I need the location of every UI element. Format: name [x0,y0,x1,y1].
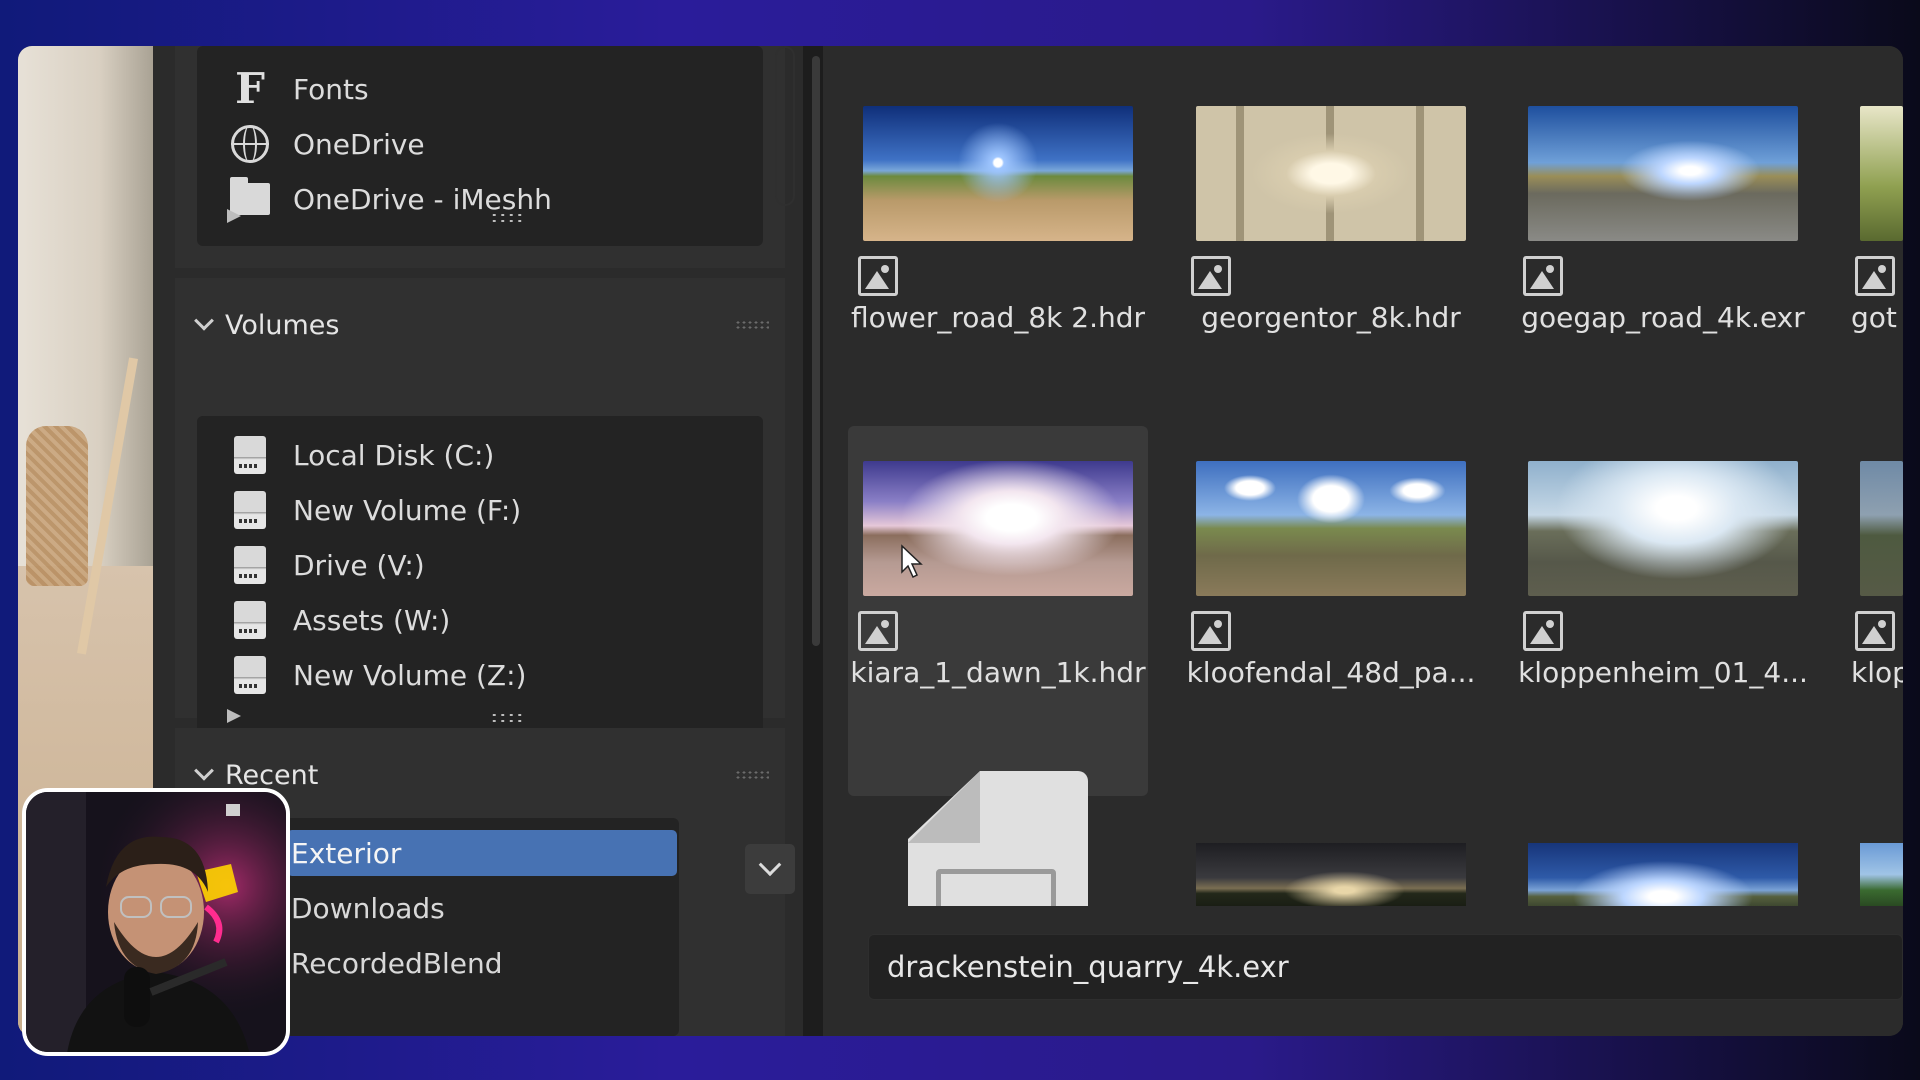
drive-icon [229,654,271,696]
sidebar-item-assets-w[interactable]: Assets (W:) [229,597,450,643]
hdri-thumbnail [1196,106,1466,241]
image-file-icon [1191,611,1231,651]
hdri-thumbnail[interactable] [1860,843,1903,906]
webcam-overlay [22,788,290,1056]
volumes-header[interactable]: Volumes [194,300,340,350]
file-tile-selected[interactable]: kiara_1_dawn_1k.hdr [848,426,1148,796]
sidebar-item-label: OneDrive - iMeshh [293,182,552,216]
chevron-down-icon [194,310,214,331]
drive-icon [229,434,271,476]
sidebar-item-onedrive[interactable]: OneDrive [229,121,425,167]
sidebar-item-local-disk-c[interactable]: Local Disk (C:) [229,432,494,478]
file-name: goegap_road_4k.exr [1521,301,1805,334]
blank-file-icon[interactable] [908,771,1088,906]
hdri-thumbnail [1860,106,1903,241]
recent-title: Recent [225,759,319,791]
file-tile[interactable]: klop [1845,426,1903,796]
sidebar-item-label: Drive (V:) [293,548,425,582]
recent-item-exterior[interactable]: Exterior [287,830,677,876]
hdri-thumbnail [1860,461,1903,596]
volumes-title: Volumes [225,309,340,341]
file-tile[interactable]: got [1845,71,1903,441]
file-name: flower_road_8k 2.hdr [850,301,1146,334]
volumes-list-box: Local Disk (C:) New Volume (F:) Drive (V… [197,416,763,741]
sidebar-item-drive-v[interactable]: Drive (V:) [229,542,425,588]
sidebar-item-new-volume-f[interactable]: New Volume (F:) [229,487,521,533]
system-panel: F Fonts OneDrive OneDrive - iMeshh [175,46,795,268]
sidebar-item-label: Fonts [293,72,369,106]
file-name: kloofendal_48d_pa... [1186,656,1476,689]
resize-grip-icon[interactable] [490,212,524,224]
sidebar-item-fonts[interactable]: F Fonts [229,64,369,113]
file-name: kiara_1_dawn_1k.hdr [850,656,1146,689]
file-name: kloppenheim_01_4... [1518,656,1808,689]
file-tile[interactable]: kloofendal_48d_pa... [1181,426,1481,796]
hdri-thumbnail [1528,106,1798,241]
hdri-thumbnail [863,106,1133,241]
presenter-video [26,792,286,1052]
basket [26,426,88,586]
sidebar-item-label: OneDrive [293,127,425,161]
filename-input[interactable] [869,935,1902,999]
system-list: F Fonts OneDrive OneDrive - iMeshh [197,46,763,246]
sidebar-item-label: New Volume (Z:) [293,658,527,692]
sidebar-divider-scrollbar[interactable] [810,46,824,646]
globe-icon [229,123,271,165]
sidebar-item-label: Local Disk (C:) [293,438,495,472]
mouse-cursor-icon [901,544,923,579]
image-file-icon [1191,256,1231,296]
file-tile[interactable]: georgentor_8k.hdr [1181,71,1481,441]
image-file-icon [1523,256,1563,296]
panel-drag-handle[interactable] [735,770,769,780]
hdri-thumbnail[interactable] [1196,843,1466,906]
panel-drag-handle[interactable] [735,320,769,330]
file-tile[interactable]: goegap_road_4k.exr [1513,71,1813,441]
image-file-icon [858,611,898,651]
sidebar-item-new-volume-z[interactable]: New Volume (Z:) [229,652,526,698]
image-file-icon [1855,256,1895,296]
file-name: got [1851,301,1897,334]
recent-item-label: Exterior [291,836,402,870]
expand-arrow-icon[interactable] [227,709,241,723]
image-file-icon [1855,611,1895,651]
scroll-thumb[interactable] [812,56,820,646]
expand-arrow-icon[interactable] [227,209,241,223]
drive-icon [229,489,271,531]
hdri-thumbnail [1528,461,1798,596]
file-browser-grid: flower_road_8k 2.hdr georgentor_8k.hdr g… [823,46,1903,1036]
recent-item-label: RecordedBlend [291,946,503,980]
chevron-down-icon [194,760,214,781]
file-tile[interactable]: kloppenheim_01_4... [1513,426,1813,796]
file-name: georgentor_8k.hdr [1201,301,1461,334]
font-icon: F [235,64,265,113]
chevron-down-icon [758,853,782,877]
hdri-thumbnail[interactable] [1528,843,1798,906]
hdri-thumbnail [1196,461,1466,596]
image-file-icon [1523,611,1563,651]
sidebar-item-label: New Volume (F:) [293,493,522,527]
recent-item-label: Downloads [291,891,445,925]
recent-item-recordedblend[interactable]: RecordedBlend [287,940,677,986]
resize-grip-icon[interactable] [490,712,524,724]
sidebar-item-label: Assets (W:) [293,603,451,637]
filename-field[interactable] [868,934,1903,1000]
drive-icon [229,544,271,586]
sidebar-scrollbar[interactable] [775,46,795,206]
image-file-icon [858,256,898,296]
recent-dropdown-button[interactable] [745,844,795,894]
file-name: klop [1851,656,1903,689]
recent-item-downloads[interactable]: Downloads [287,885,677,931]
app-window: F Fonts OneDrive OneDrive - iMeshh Volum… [18,46,1903,1036]
drive-icon [229,599,271,641]
file-tile[interactable]: flower_road_8k 2.hdr [848,71,1148,441]
